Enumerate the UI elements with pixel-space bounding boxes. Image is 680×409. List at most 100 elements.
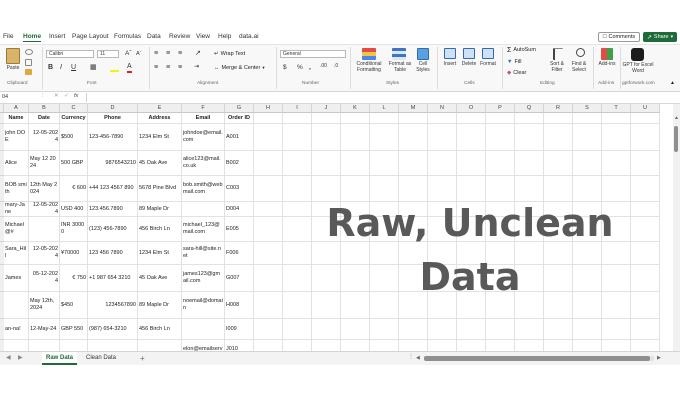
table-cell[interactable]: $500 [60, 124, 88, 151]
empty-cell[interactable] [602, 124, 631, 151]
empty-cell[interactable] [370, 319, 399, 340]
format-painter-icon[interactable] [25, 69, 32, 75]
paste-icon[interactable] [6, 48, 20, 64]
autosum-button[interactable]: Σ AutoSum [507, 47, 536, 54]
empty-cell[interactable] [602, 340, 631, 351]
format-as-table-button[interactable]: Format as Table [386, 61, 414, 74]
conditional-formatting-icon[interactable] [362, 48, 376, 60]
table-cell[interactable] [29, 217, 60, 242]
empty-cell[interactable] [515, 319, 544, 340]
empty-cell[interactable] [457, 340, 486, 351]
table-cell[interactable]: +44 123 4567 890 [88, 176, 138, 202]
table-header-cell[interactable]: Order ID [225, 113, 254, 124]
table-cell[interactable]: bob.smith@webmail.com [182, 176, 225, 202]
empty-cell[interactable] [399, 113, 428, 124]
empty-cell[interactable] [515, 113, 544, 124]
table-cell[interactable]: Alice [4, 151, 29, 176]
align-left-icon[interactable]: ≡ [154, 64, 158, 72]
empty-cell[interactable] [457, 151, 486, 176]
table-cell[interactable] [4, 340, 29, 351]
menu-formulas[interactable]: Formulas [114, 33, 141, 40]
table-cell[interactable]: 89 Maple Dr [138, 202, 182, 217]
table-cell[interactable] [182, 202, 225, 217]
column-header-r[interactable]: R [544, 104, 573, 113]
table-cell[interactable]: an-na! [4, 319, 29, 340]
table-cell[interactable]: $450 [60, 292, 88, 319]
menu-page-layout[interactable]: Page Layout [72, 33, 109, 40]
empty-cell[interactable] [544, 113, 573, 124]
increase-decimal-icon[interactable]: .00 [320, 63, 327, 70]
table-cell[interactable]: USD 400 [60, 202, 88, 217]
fill-color-icon[interactable] [110, 65, 119, 72]
empty-cell[interactable] [631, 340, 660, 351]
column-header-k[interactable]: K [341, 104, 370, 113]
table-cell[interactable] [138, 340, 182, 351]
empty-cell[interactable] [428, 340, 457, 351]
empty-cell[interactable] [283, 124, 312, 151]
table-cell[interactable]: F006 [225, 242, 254, 265]
table-cell[interactable]: 12-05-2024 [29, 242, 60, 265]
table-cell[interactable]: james123@gmail.com [182, 265, 225, 292]
align-center-icon[interactable]: ≡ [166, 64, 170, 72]
empty-cell[interactable] [254, 242, 283, 265]
clear-button[interactable]: ◆ Clear [507, 70, 526, 76]
table-cell[interactable]: alice123@mail.co.uk [182, 151, 225, 176]
empty-cell[interactable] [370, 151, 399, 176]
enter-icon[interactable]: ✓ [64, 93, 69, 99]
menu-data[interactable]: Data [147, 33, 161, 40]
more-options-icon[interactable]: ⋮ [40, 93, 46, 99]
table-cell[interactable]: 5678 Pine Blvd [138, 176, 182, 202]
table-cell[interactable]: INR 30000 [60, 217, 88, 242]
table-header-cell[interactable]: Email [182, 113, 225, 124]
comments-button[interactable]: □ Comments [598, 32, 640, 42]
sort-filter-button[interactable]: Sort & Filter [545, 61, 569, 74]
table-cell[interactable]: 123-456-7890 [88, 124, 138, 151]
empty-cell[interactable] [254, 202, 283, 217]
column-header-e[interactable]: E [138, 104, 182, 113]
delete-cells-icon[interactable] [463, 48, 475, 59]
font-color-icon[interactable]: A [127, 63, 132, 74]
vertical-scrollbar[interactable]: ▲ [673, 104, 680, 351]
empty-cell[interactable] [341, 151, 370, 176]
empty-cell[interactable] [544, 319, 573, 340]
empty-cell[interactable] [370, 124, 399, 151]
decrease-decimal-icon[interactable]: .0 [334, 63, 338, 70]
cell-styles-icon[interactable] [417, 48, 429, 60]
conditional-formatting-button[interactable]: Conditional Formatting [353, 61, 385, 74]
comma-style-icon[interactable]: , [309, 64, 311, 71]
table-cell[interactable]: E005 [225, 217, 254, 242]
table-cell[interactable]: 12-05-2024 [29, 202, 60, 217]
decrease-font-icon[interactable]: Aˇ [136, 51, 142, 57]
table-cell[interactable]: A001 [225, 124, 254, 151]
bold-icon[interactable]: B [48, 64, 53, 72]
table-cell[interactable]: D004 [225, 202, 254, 217]
fill-button[interactable]: ▼ Fill [507, 59, 521, 65]
empty-cell[interactable] [428, 319, 457, 340]
empty-cell[interactable] [283, 340, 312, 351]
format-cells-icon[interactable] [482, 48, 494, 59]
table-cell[interactable]: johndoe@email.com [182, 124, 225, 151]
column-header-g[interactable]: G [225, 104, 254, 113]
accounting-format-icon[interactable]: $ [283, 64, 287, 71]
font-size-select[interactable]: 11 [97, 50, 119, 58]
empty-cell[interactable] [457, 319, 486, 340]
table-cell[interactable]: 12th May 2024 [29, 176, 60, 202]
paste-button[interactable]: Paste [3, 65, 23, 72]
empty-cell[interactable] [515, 151, 544, 176]
column-header-p[interactable]: P [486, 104, 515, 113]
column-header-a[interactable]: A [4, 104, 29, 113]
table-cell[interactable] [88, 340, 138, 351]
increase-font-icon[interactable]: Aˆ [125, 50, 132, 57]
italic-icon[interactable]: I [60, 64, 62, 72]
tab-clean-data[interactable]: Clean Data [82, 352, 120, 365]
empty-cell[interactable] [457, 124, 486, 151]
column-header-m[interactable]: M [399, 104, 428, 113]
empty-cell[interactable] [254, 217, 283, 242]
empty-cell[interactable] [370, 113, 399, 124]
cancel-icon[interactable]: ✕ [54, 93, 59, 99]
table-cell[interactable]: elon@emailserv [182, 340, 225, 351]
table-cell[interactable] [4, 292, 29, 319]
table-cell[interactable]: H008 [225, 292, 254, 319]
empty-cell[interactable] [312, 113, 341, 124]
empty-cell[interactable] [283, 113, 312, 124]
